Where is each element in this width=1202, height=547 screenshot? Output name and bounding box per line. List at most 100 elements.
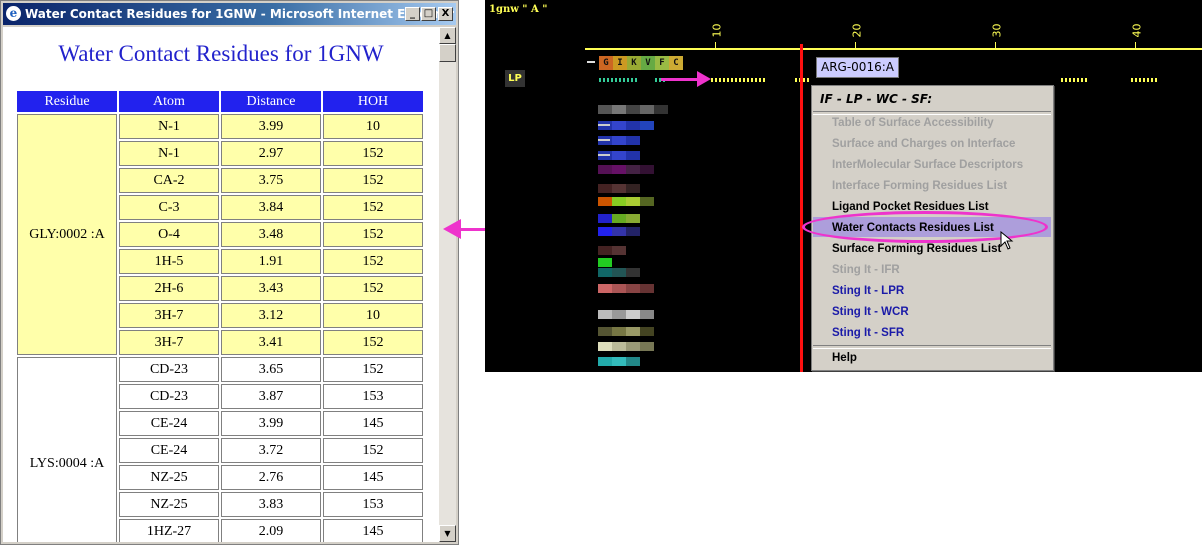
hoh-cell: 152 xyxy=(323,330,423,355)
ruler-tick xyxy=(855,42,856,48)
hoh-cell: 145 xyxy=(323,411,423,436)
sequence-residue[interactable]: C xyxy=(669,56,683,70)
distance-cell: 3.99 xyxy=(221,114,321,139)
menu-item: Interface Forming Residues List xyxy=(832,180,1008,192)
atom-cell: 3H-7 xyxy=(119,330,219,355)
menu-item-help[interactable]: Help xyxy=(832,351,857,365)
green-squiggle xyxy=(599,78,639,82)
minimize-button[interactable]: _ xyxy=(405,7,420,21)
table-row: GLY:0002 :A N-1 3.99 10 xyxy=(17,114,423,355)
distance-cell: 2.09 xyxy=(221,519,321,542)
property-cell xyxy=(612,121,626,130)
property-cell xyxy=(640,197,654,206)
lp-badge: LP xyxy=(505,70,525,87)
distance-cell: 3.75 xyxy=(221,168,321,193)
property-cell xyxy=(612,197,626,206)
column-header-hoh: HOH xyxy=(323,91,423,112)
hoh-cell: 145 xyxy=(323,465,423,490)
hoh-cell: 152 xyxy=(323,222,423,247)
property-cell xyxy=(612,136,626,145)
arrow-head-right-icon xyxy=(697,71,711,87)
ruler-label: 30 xyxy=(990,23,1004,38)
menu-item: Surface and Charges on Interface xyxy=(832,138,1016,150)
menu-item[interactable]: Surface Forming Residues List xyxy=(832,242,1001,256)
property-cell xyxy=(626,121,640,130)
page-content: Water Contact Residues for 1GNW Residue … xyxy=(3,27,439,542)
position-cursor-line[interactable] xyxy=(800,44,803,372)
sequence-residue[interactable]: V xyxy=(641,56,655,70)
property-cell xyxy=(598,139,610,141)
property-cell xyxy=(612,184,626,193)
column-header-atom: Atom xyxy=(119,91,219,112)
menu-item[interactable]: Sting It - LPR xyxy=(832,284,904,298)
atom-cell: CE-24 xyxy=(119,411,219,436)
table-row: LYS:0004 :A CD-23 3.65 152 xyxy=(17,357,423,542)
mouse-cursor-icon xyxy=(1000,231,1014,250)
hoh-cell: 152 xyxy=(323,438,423,463)
atom-cell: 1H-5 xyxy=(119,249,219,274)
property-cell xyxy=(598,342,612,351)
scroll-down-icon[interactable]: ▼ xyxy=(439,525,456,542)
menu-item: Sting It - IFR xyxy=(832,264,900,276)
ruler-tick xyxy=(995,42,996,48)
hoh-cell: 10 xyxy=(323,114,423,139)
atom-cell: 2H-6 xyxy=(119,276,219,301)
distance-cell: 2.97 xyxy=(221,141,321,166)
property-cell xyxy=(612,165,626,174)
vertical-scrollbar[interactable]: ▲ ▼ xyxy=(439,27,456,542)
property-cell xyxy=(626,357,640,366)
ruler-tick xyxy=(715,42,716,48)
property-cell xyxy=(626,342,640,351)
sequence-dash xyxy=(587,61,595,63)
menu-item[interactable]: Sting It - WCR xyxy=(832,305,909,319)
sequence-residue[interactable]: K xyxy=(627,56,641,70)
property-cell xyxy=(612,268,626,277)
distance-cell: 3.84 xyxy=(221,195,321,220)
water-contacts-table: Residue Atom Distance HOH GLY:0002 :A N-1… xyxy=(15,89,425,542)
residue-cell: GLY:0002 :A xyxy=(17,114,117,355)
distance-cell: 3.12 xyxy=(221,303,321,328)
atom-cell: NZ-25 xyxy=(119,465,219,490)
window-title: Water Contact Residues for 1GNW - Micros… xyxy=(25,7,455,21)
property-cell xyxy=(612,105,626,114)
sequence-residue[interactable]: I xyxy=(613,56,627,70)
property-cell xyxy=(598,258,612,267)
close-button[interactable]: X xyxy=(438,7,453,21)
menu-item[interactable]: Sting It - SFR xyxy=(832,326,904,340)
property-cell xyxy=(598,268,612,277)
property-cell xyxy=(640,310,654,319)
property-cell xyxy=(612,246,626,255)
distance-cell: 3.41 xyxy=(221,330,321,355)
scroll-up-icon[interactable]: ▲ xyxy=(439,27,456,44)
atom-cell: 3H-7 xyxy=(119,303,219,328)
property-cell xyxy=(598,197,612,206)
scroll-thumb[interactable] xyxy=(439,44,456,62)
ie-logo-icon: e xyxy=(6,6,21,21)
property-cell xyxy=(612,310,626,319)
property-cell xyxy=(640,342,654,351)
sequence-residue[interactable]: G xyxy=(599,56,613,70)
property-cell xyxy=(626,165,640,174)
hoh-cell: 152 xyxy=(323,195,423,220)
hoh-cell: 152 xyxy=(323,357,423,382)
property-cell xyxy=(640,121,654,130)
property-cell xyxy=(598,310,612,319)
sting-applet: 1gnw " A " 10 20 30 40 GIKVFC LP ARG-001… xyxy=(485,0,1202,372)
property-cell xyxy=(640,327,654,336)
hoh-cell: 153 xyxy=(323,384,423,409)
maximize-button[interactable]: □ xyxy=(421,7,436,21)
atom-cell: N-1 xyxy=(119,141,219,166)
property-cell xyxy=(612,151,626,160)
hoh-cell: 145 xyxy=(323,519,423,542)
ruler-label: 10 xyxy=(710,23,724,38)
property-cell xyxy=(626,105,640,114)
distance-cell: 2.76 xyxy=(221,465,321,490)
distance-cell: 3.99 xyxy=(221,411,321,436)
sequence-residue[interactable]: F xyxy=(655,56,669,70)
property-cell xyxy=(612,327,626,336)
title-bar[interactable]: e Water Contact Residues for 1GNW - Micr… xyxy=(3,3,456,25)
yellow-squiggle xyxy=(1131,78,1159,82)
property-cell xyxy=(598,124,610,126)
page-title: Water Contact Residues for 1GNW xyxy=(58,41,384,66)
property-cell xyxy=(598,246,612,255)
